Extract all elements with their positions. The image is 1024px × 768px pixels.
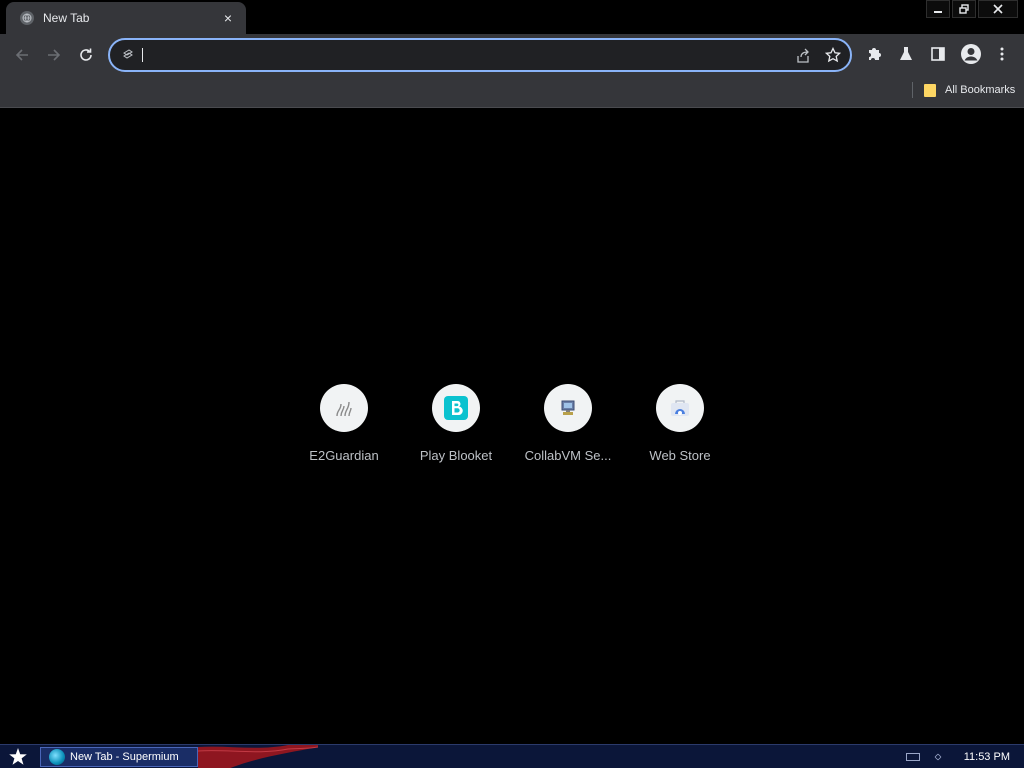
taskbar: New Tab - Supermium 11:53 PM <box>0 744 1024 768</box>
back-button[interactable] <box>6 39 38 71</box>
restore-button[interactable] <box>952 0 976 18</box>
bookmarks-separator <box>912 82 913 98</box>
profile-button[interactable] <box>960 43 982 65</box>
minimize-button[interactable] <box>926 0 950 18</box>
shortcut-play-blooket[interactable]: Play Blooket <box>400 383 512 473</box>
arrow-right-icon <box>48 49 61 61</box>
labs-button[interactable] <box>896 44 916 64</box>
shortcut-web-store[interactable]: Web Store <box>624 383 736 473</box>
avatar-icon <box>961 44 981 64</box>
folder-icon <box>924 83 936 97</box>
share-icon <box>797 48 809 63</box>
supermium-icon <box>49 749 65 765</box>
e2guardian-icon <box>320 384 368 432</box>
shortcuts-grid: E2Guardian Play Blooket CollabVM Se... W… <box>288 383 736 473</box>
flag-decoration <box>198 745 318 768</box>
blooket-icon <box>432 384 480 432</box>
shortcut-label: CollabVM Se... <box>524 448 612 463</box>
toolbar <box>0 34 1024 76</box>
kebab-menu-icon <box>1000 47 1004 61</box>
shortcut-label: Play Blooket <box>419 448 493 463</box>
extensions-button[interactable] <box>864 44 884 64</box>
close-window-button[interactable] <box>978 0 1018 18</box>
taskbar-item-browser[interactable]: New Tab - Supermium <box>40 747 198 767</box>
system-tray: 11:53 PM <box>905 745 1024 768</box>
collabvm-icon <box>544 384 592 432</box>
star-start-icon <box>9 748 27 765</box>
tab-strip: New Tab × <box>0 0 1024 34</box>
bookmark-all-bookmarks[interactable]: All Bookmarks <box>918 80 1021 100</box>
tab-new-tab[interactable]: New Tab × <box>6 2 246 34</box>
forward-button[interactable] <box>38 39 70 71</box>
tab-close-icon[interactable]: × <box>220 10 236 26</box>
taskbar-clock[interactable]: 11:53 PM <box>964 751 1024 763</box>
side-panel-icon <box>931 47 945 61</box>
window-controls <box>926 0 1018 18</box>
bookmark-label: All Bookmarks <box>945 84 1016 96</box>
address-bar[interactable] <box>108 38 852 72</box>
search-engine-icon <box>120 47 136 63</box>
start-button[interactable] <box>4 745 32 768</box>
shortcut-collabvm[interactable]: CollabVM Se... <box>512 383 624 473</box>
share-button[interactable] <box>794 47 812 65</box>
keyboard-icon[interactable] <box>905 753 920 761</box>
bookmarks-bar: All Bookmarks <box>0 76 1024 108</box>
menu-button[interactable] <box>992 44 1012 64</box>
shortcut-label: E2Guardian <box>309 448 379 463</box>
tab-title: New Tab <box>43 11 90 25</box>
bookmark-star-button[interactable] <box>824 46 842 64</box>
reload-button[interactable] <box>70 39 102 71</box>
star-icon <box>825 47 841 63</box>
text-caret <box>142 48 143 62</box>
address-input[interactable] <box>140 44 780 66</box>
arrow-left-icon <box>15 49 28 61</box>
network-icon[interactable] <box>934 753 942 761</box>
shortcut-e2guardian[interactable]: E2Guardian <box>288 383 400 473</box>
web-store-icon <box>656 384 704 432</box>
restore-icon <box>959 4 969 14</box>
taskbar-item-label: New Tab - Supermium <box>70 751 179 763</box>
minimize-icon <box>934 11 942 13</box>
shortcut-label: Web Store <box>649 448 711 463</box>
close-icon <box>993 4 1003 14</box>
reload-icon <box>80 48 92 61</box>
side-panel-button[interactable] <box>928 44 948 64</box>
puzzle-icon <box>869 48 881 60</box>
new-tab-page: E2Guardian Play Blooket CollabVM Se... W… <box>0 109 1024 744</box>
flask-icon <box>900 47 912 60</box>
globe-icon <box>20 11 34 25</box>
